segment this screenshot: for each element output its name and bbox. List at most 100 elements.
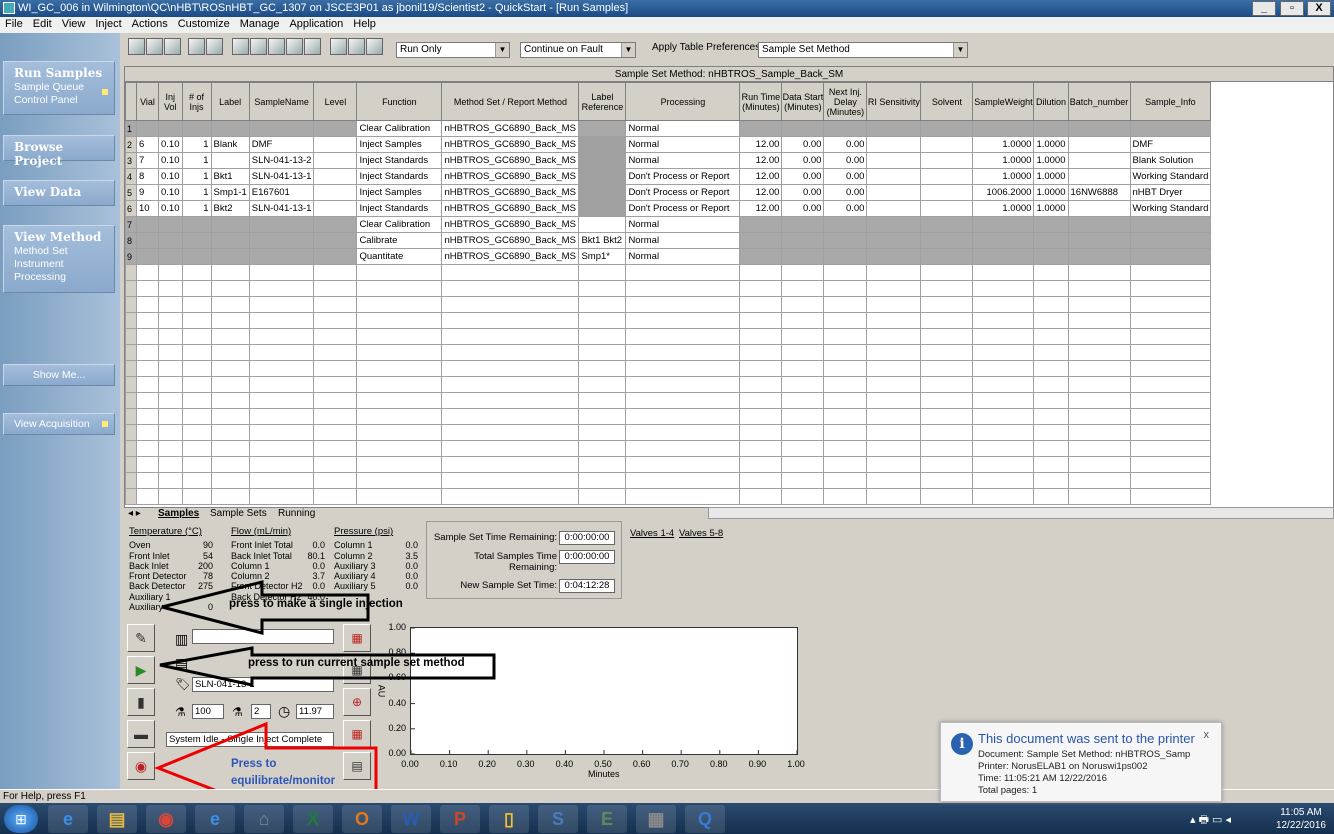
table-cell[interactable] bbox=[181, 248, 212, 265]
table-cell[interactable] bbox=[248, 328, 315, 345]
table-cell[interactable] bbox=[1129, 216, 1212, 233]
table-cell[interactable]: Normal bbox=[625, 120, 741, 137]
table-cell[interactable] bbox=[823, 360, 868, 377]
table-cell[interactable] bbox=[441, 392, 580, 409]
table-cell[interactable] bbox=[1129, 408, 1212, 425]
table-cell[interactable] bbox=[136, 408, 159, 425]
table-cell[interactable] bbox=[972, 232, 1035, 249]
table-cell[interactable] bbox=[823, 472, 868, 489]
run-time-field[interactable]: 11.97 bbox=[296, 704, 334, 719]
table-cell[interactable] bbox=[739, 328, 783, 345]
table-cell[interactable]: Working Standard bbox=[1129, 168, 1212, 185]
table-cell[interactable] bbox=[972, 120, 1035, 137]
table-cell[interactable] bbox=[1033, 376, 1069, 393]
table-cell[interactable] bbox=[823, 408, 868, 425]
close-button[interactable]: X bbox=[1307, 1, 1331, 16]
table-cell[interactable] bbox=[136, 296, 159, 313]
table-cell[interactable]: 0.00 bbox=[823, 168, 868, 185]
table-cell[interactable] bbox=[248, 408, 315, 425]
table-cell[interactable] bbox=[781, 248, 825, 265]
table-cell[interactable] bbox=[739, 472, 783, 489]
table-cell[interactable] bbox=[158, 312, 183, 329]
table-row[interactable]: 1 Clear Calibration nHBTROS_GC6890_Back_MS… bbox=[125, 120, 1212, 137]
table-cell[interactable] bbox=[1129, 376, 1212, 393]
table-cell[interactable] bbox=[1033, 232, 1069, 249]
table-cell[interactable] bbox=[158, 120, 183, 137]
table-cell[interactable]: 12.00 bbox=[739, 152, 783, 169]
table-cell[interactable] bbox=[313, 328, 358, 345]
table-cell[interactable] bbox=[1067, 344, 1131, 361]
table-cell[interactable]: 8 bbox=[136, 168, 159, 185]
table-cell[interactable] bbox=[158, 248, 183, 265]
table-cell[interactable] bbox=[1033, 456, 1069, 473]
table-cell[interactable] bbox=[181, 216, 212, 233]
inject-icon[interactable] bbox=[250, 38, 267, 55]
table-cell[interactable] bbox=[136, 472, 159, 489]
table-cell[interactable] bbox=[781, 264, 825, 281]
table-cell[interactable]: Smp1* bbox=[578, 248, 627, 265]
table-cell[interactable] bbox=[866, 440, 922, 457]
taskbar-ie-icon[interactable]: e bbox=[48, 805, 88, 833]
table-cell[interactable] bbox=[578, 472, 627, 489]
close-icon[interactable]: x bbox=[1204, 729, 1210, 741]
table-cell[interactable] bbox=[972, 344, 1035, 361]
table-cell[interactable] bbox=[739, 392, 783, 409]
table-cell[interactable] bbox=[920, 344, 974, 361]
table-cell[interactable] bbox=[210, 376, 250, 393]
table-cell[interactable] bbox=[920, 120, 974, 137]
table-cell[interactable] bbox=[313, 120, 358, 137]
zoom-chart-icon[interactable]: ⊕ bbox=[343, 688, 371, 716]
table-cell[interactable] bbox=[313, 152, 358, 169]
table-cell[interactable] bbox=[158, 344, 183, 361]
table-cell[interactable]: 12.00 bbox=[739, 136, 783, 153]
table-cell[interactable]: nHBTROS_GC6890_Back_MS bbox=[441, 232, 580, 249]
table-cell[interactable] bbox=[625, 488, 741, 505]
table-cell[interactable] bbox=[181, 344, 212, 361]
table-cell[interactable] bbox=[823, 376, 868, 393]
table-cell[interactable] bbox=[781, 488, 825, 505]
table-cell[interactable] bbox=[578, 488, 627, 505]
table-cell[interactable] bbox=[739, 408, 783, 425]
table-cell[interactable] bbox=[578, 312, 627, 329]
column-header[interactable]: Label Reference bbox=[578, 82, 627, 121]
table-cell[interactable] bbox=[578, 456, 627, 473]
table-cell[interactable] bbox=[578, 168, 627, 185]
column-header[interactable]: SampleWeight bbox=[972, 82, 1035, 121]
table-cell[interactable] bbox=[781, 440, 825, 457]
table-row[interactable]: 6 10 0.10 1 Bkt2 SLN-041-13-1 Inject Standards… bbox=[125, 200, 1212, 217]
table-row[interactable]: 4 8 0.10 1 Bkt1 SLN-041-13-1 Inject Standards n… bbox=[125, 168, 1212, 185]
table-cell[interactable] bbox=[823, 264, 868, 281]
table-cell[interactable] bbox=[136, 392, 159, 409]
table-cell[interactable] bbox=[920, 408, 974, 425]
column-header[interactable]: Data Start (Minutes) bbox=[781, 82, 825, 121]
table-cell[interactable] bbox=[1067, 200, 1131, 217]
table-cell[interactable] bbox=[578, 120, 627, 137]
minimize-button[interactable]: _ bbox=[1252, 1, 1276, 16]
table-cell[interactable] bbox=[136, 360, 159, 377]
stop-button[interactable]: ▮ bbox=[127, 688, 155, 716]
table-cell[interactable] bbox=[1033, 120, 1069, 137]
table-cell[interactable] bbox=[739, 120, 783, 137]
table-cell[interactable]: 16NW6888 bbox=[1067, 184, 1131, 201]
table-cell[interactable] bbox=[1067, 120, 1131, 137]
table-cell[interactable] bbox=[866, 168, 922, 185]
table-cell[interactable] bbox=[781, 296, 825, 313]
table-cell[interactable] bbox=[181, 296, 212, 313]
table-cell[interactable] bbox=[781, 424, 825, 441]
table-cell[interactable] bbox=[1129, 360, 1212, 377]
table-cell[interactable] bbox=[866, 328, 922, 345]
table-cell[interactable] bbox=[313, 408, 358, 425]
table-cell[interactable] bbox=[1129, 472, 1212, 489]
table-cell[interactable] bbox=[356, 376, 443, 393]
table-cell[interactable] bbox=[920, 168, 974, 185]
table-cell[interactable] bbox=[1067, 168, 1131, 185]
table-cell[interactable] bbox=[441, 280, 580, 297]
table-cell[interactable] bbox=[578, 360, 627, 377]
table-cell[interactable]: Don't Process or Report bbox=[625, 168, 741, 185]
table-cell[interactable]: 0.10 bbox=[158, 152, 183, 169]
table-cell[interactable] bbox=[866, 472, 922, 489]
table-cell[interactable] bbox=[313, 232, 358, 249]
table-cell[interactable] bbox=[181, 312, 212, 329]
table-cell[interactable] bbox=[781, 408, 825, 425]
table-cell[interactable]: 1 bbox=[181, 136, 212, 153]
